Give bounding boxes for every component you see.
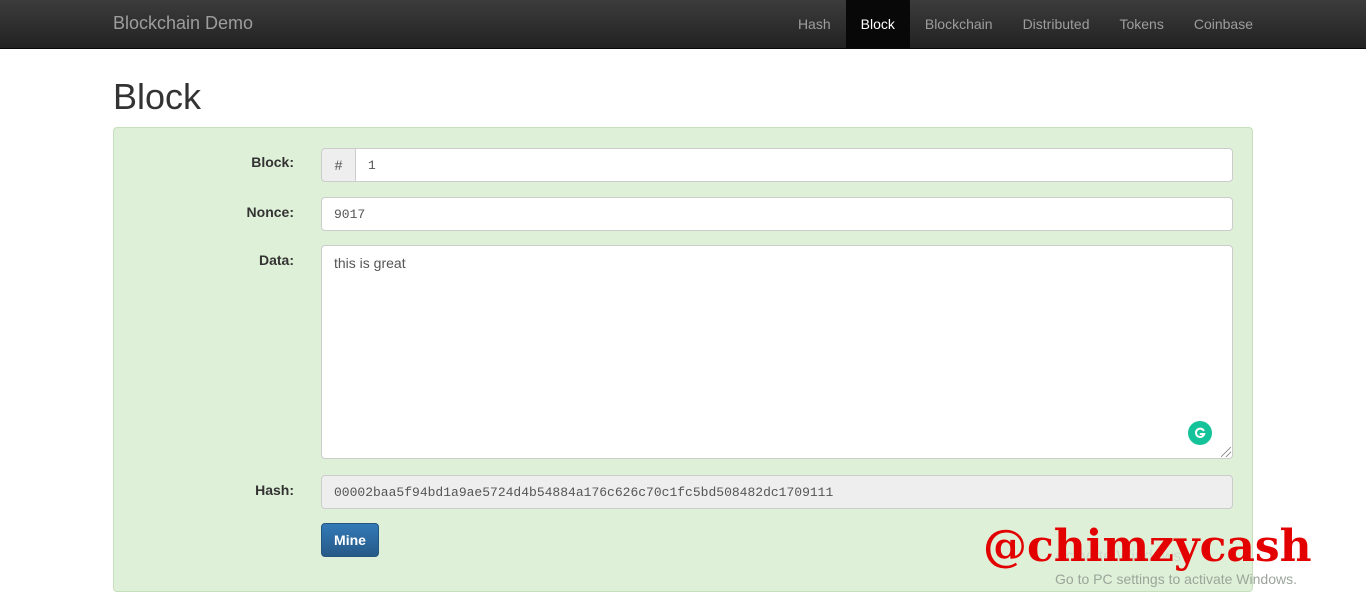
activate-windows-text: Go to PC settings to activate Windows.: [1055, 571, 1297, 587]
resize-handle[interactable]: [1221, 447, 1231, 457]
data-textarea[interactable]: this is great: [321, 245, 1233, 459]
block-hash-prefix: #: [321, 148, 355, 182]
data-text: this is great: [334, 255, 406, 271]
grammarly-g-glyph: [1195, 427, 1206, 438]
mine-button[interactable]: Mine: [321, 523, 379, 557]
nonce-input[interactable]: 9017: [321, 197, 1233, 231]
nonce-label: Nonce:: [246, 204, 294, 220]
block-label: Block:: [251, 154, 294, 170]
nav-item-tokens[interactable]: Tokens: [1104, 0, 1178, 48]
page-title: Block: [113, 76, 202, 117]
grammarly-icon[interactable]: [1188, 421, 1212, 445]
hash-label: Hash:: [255, 482, 294, 498]
navbar-brand[interactable]: Blockchain Demo: [113, 13, 253, 33]
nav-item-block[interactable]: Block: [845, 0, 910, 48]
nav-item-blockchain[interactable]: Blockchain: [910, 0, 1008, 48]
block-number-input[interactable]: 1: [355, 148, 1233, 182]
data-label: Data:: [258, 252, 294, 268]
block-number-group: # 1: [321, 148, 1233, 182]
watermark: @chimzycash: [983, 521, 1312, 572]
hash-output: 00002baa5f94bd1a9ae5724d4b54884a176c626c…: [321, 475, 1233, 509]
nav-item-hash[interactable]: Hash: [783, 0, 846, 48]
navbar: Blockchain Demo Hash Block Blockchain Di…: [0, 0, 1366, 49]
nav-item-coinbase[interactable]: Coinbase: [1179, 0, 1268, 48]
nav-item-distributed[interactable]: Distributed: [1008, 0, 1105, 48]
nav-menu: Hash Block Blockchain Distributed Tokens…: [783, 0, 1268, 48]
